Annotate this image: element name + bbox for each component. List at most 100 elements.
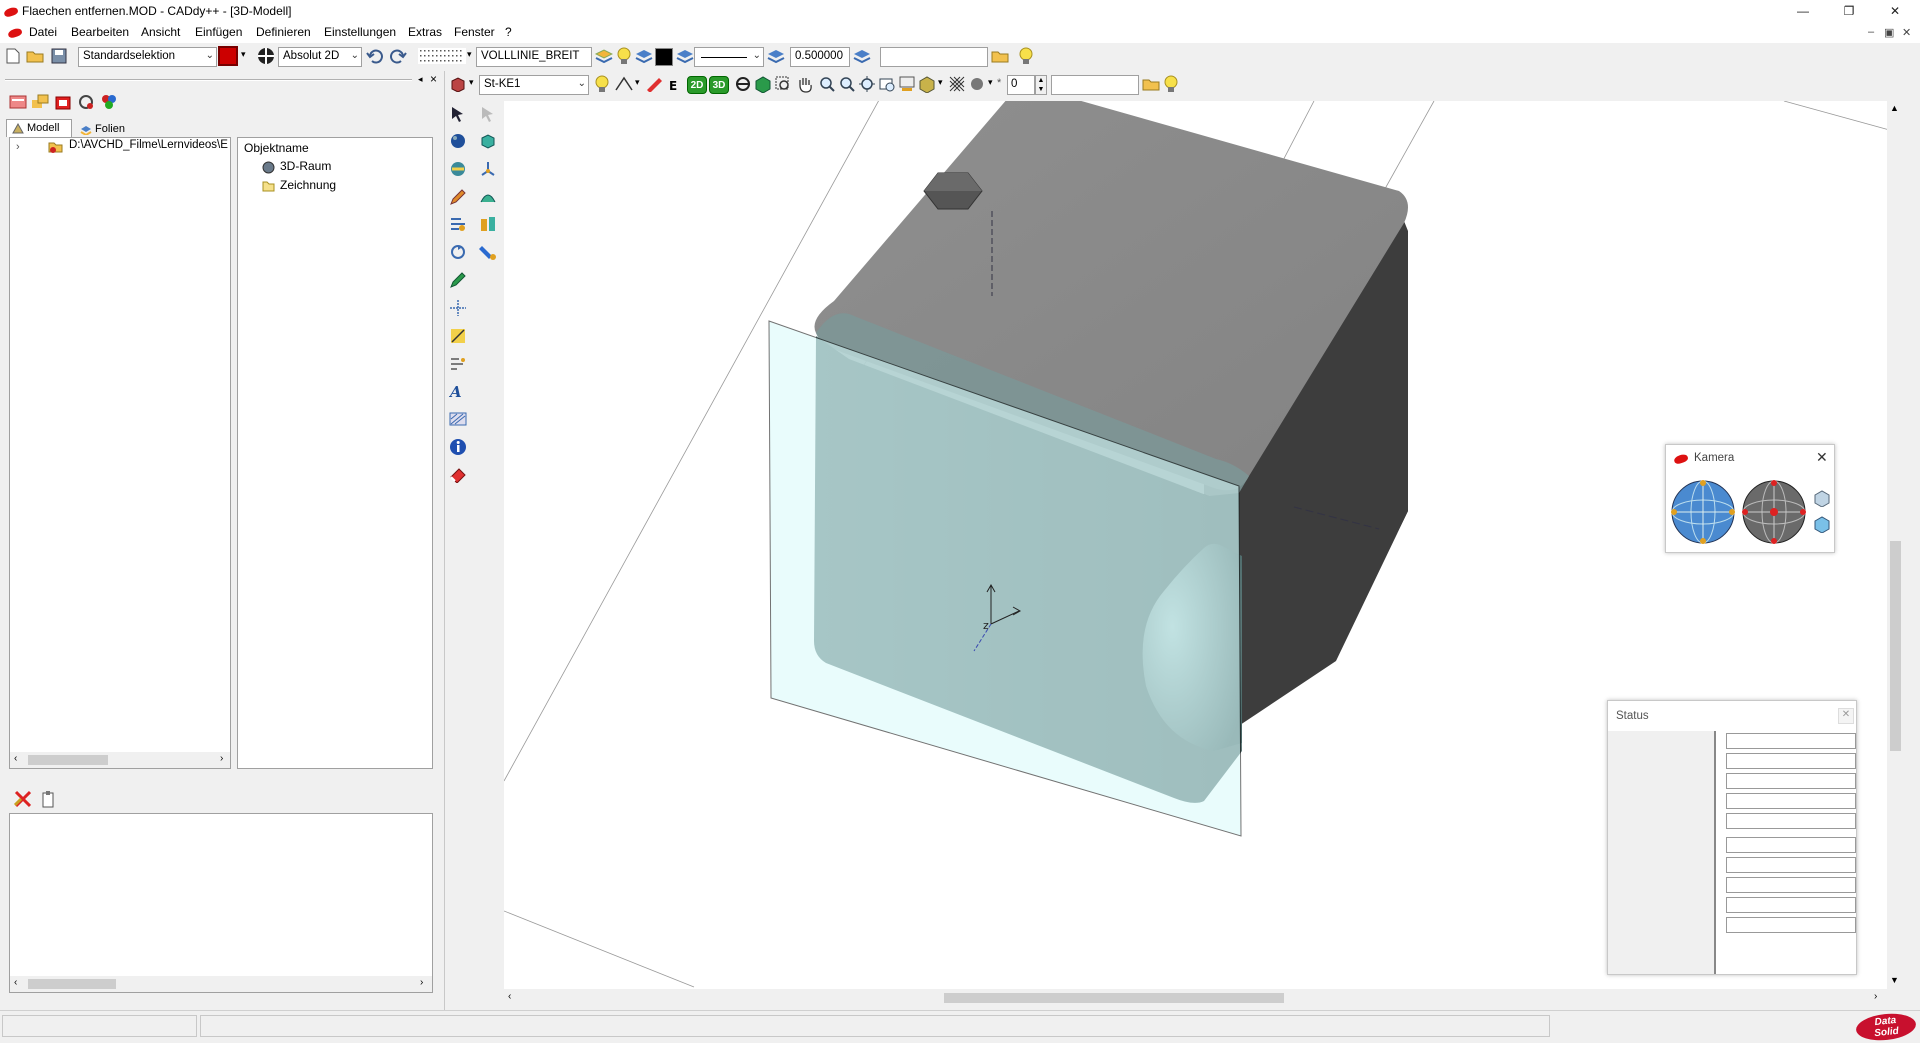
view-folder-icon[interactable] bbox=[1141, 74, 1161, 94]
coordinate-mode-select[interactable]: Absolut 2D ⌄ bbox=[278, 47, 362, 67]
selection-mode-select[interactable]: Standardselektion ⌄ bbox=[78, 47, 217, 67]
rotate-icon[interactable] bbox=[447, 241, 469, 263]
object-zeichnung[interactable]: Zeichnung bbox=[280, 178, 336, 192]
counter-field[interactable]: 0 bbox=[1007, 75, 1035, 95]
scroll-left-arrow-icon[interactable]: ‹ bbox=[14, 753, 17, 764]
scrollbar-thumb[interactable] bbox=[28, 755, 108, 765]
status-close-icon[interactable]: ✕ bbox=[1838, 708, 1854, 724]
shading-cube-icon[interactable] bbox=[917, 74, 937, 94]
draw-mode-icon[interactable] bbox=[614, 74, 634, 94]
layer-bulb-icon[interactable] bbox=[614, 46, 634, 66]
material-select[interactable]: St-KE1 ⌄ bbox=[479, 75, 589, 95]
draw-mode-dropdown-icon[interactable]: ▾ bbox=[635, 77, 640, 88]
zoom-out-icon[interactable] bbox=[837, 74, 857, 94]
menu-help[interactable]: ? bbox=[505, 25, 512, 39]
vscroll-down-arrow-icon[interactable]: ▼ bbox=[1890, 975, 1899, 985]
open-folder-icon[interactable] bbox=[25, 46, 45, 66]
camera-close-icon[interactable]: ✕ bbox=[1816, 449, 1828, 466]
text-tool-icon[interactable]: A bbox=[447, 380, 469, 402]
select-arrow-icon[interactable] bbox=[447, 103, 469, 125]
pointer-disabled-icon[interactable] bbox=[477, 103, 499, 125]
surface-icon[interactable] bbox=[477, 186, 499, 208]
layer-name-field[interactable] bbox=[880, 47, 988, 67]
camera-orbit-globe-icon[interactable] bbox=[1670, 479, 1736, 545]
menu-fenster[interactable]: Fenster bbox=[454, 25, 495, 39]
tab-modell[interactable]: Modell bbox=[6, 119, 72, 137]
refresh-view-icon[interactable] bbox=[76, 92, 96, 112]
pan-hand-icon[interactable] bbox=[795, 74, 815, 94]
hatch-icon[interactable] bbox=[447, 408, 469, 430]
eraser-icon[interactable] bbox=[447, 463, 469, 485]
paint-icon[interactable] bbox=[477, 241, 499, 263]
grid-dropdown-icon[interactable]: ▾ bbox=[467, 49, 472, 60]
props-scroll-left-arrow-icon[interactable]: ‹ bbox=[14, 977, 17, 988]
line-type-field[interactable]: VOLLLINIE_BREIT bbox=[476, 47, 592, 67]
box-solid-icon[interactable] bbox=[477, 130, 499, 152]
properties-hscrollbar[interactable]: ‹ › bbox=[10, 976, 432, 992]
vscroll-up-arrow-icon[interactable]: ▲ bbox=[1890, 103, 1899, 113]
revolve-icon[interactable] bbox=[447, 158, 469, 180]
model-tree-icon[interactable] bbox=[8, 92, 28, 112]
plane-edit-icon[interactable] bbox=[645, 74, 665, 94]
view-name-field[interactable] bbox=[1051, 75, 1139, 95]
material-icon[interactable] bbox=[448, 74, 468, 94]
layer-folder-icon[interactable] bbox=[990, 46, 1010, 66]
line-width-field[interactable]: 0.500000 bbox=[790, 47, 850, 67]
color-swatch[interactable] bbox=[655, 48, 673, 66]
hscroll-left-arrow-icon[interactable]: ‹ bbox=[508, 991, 511, 1002]
sphere-icon[interactable] bbox=[447, 130, 469, 152]
render-sphere-icon[interactable] bbox=[967, 74, 987, 94]
menu-einfuegen[interactable]: Einfügen bbox=[195, 25, 242, 39]
menu-ansicht[interactable]: Ansicht bbox=[141, 25, 180, 39]
redraw-icon[interactable] bbox=[897, 74, 917, 94]
width-layer-icon[interactable] bbox=[852, 46, 872, 66]
camera-view-cube-icon[interactable] bbox=[1813, 489, 1831, 508]
hscroll-right-arrow-icon[interactable]: › bbox=[1874, 991, 1877, 1002]
view-2d-button[interactable]: 2D bbox=[687, 76, 707, 94]
camera-target-globe-icon[interactable] bbox=[1741, 479, 1807, 545]
zoom-window-icon[interactable] bbox=[773, 74, 793, 94]
view-3d-button[interactable]: 3D bbox=[709, 76, 729, 94]
edit-pen-icon[interactable] bbox=[447, 269, 469, 291]
selection-filter-dropdown-icon[interactable]: ▾ bbox=[241, 49, 246, 60]
restore-button[interactable]: ❐ bbox=[1826, 0, 1872, 22]
folder-tree-icon[interactable] bbox=[30, 92, 50, 112]
line-style-select[interactable]: ⌄ bbox=[694, 47, 764, 67]
axis-icon[interactable] bbox=[477, 158, 499, 180]
wireframe-grid-icon[interactable] bbox=[947, 74, 967, 94]
snap-points-icon[interactable] bbox=[447, 353, 469, 375]
zoom-all-icon[interactable] bbox=[857, 74, 877, 94]
counter-spinner[interactable]: ▲ ▼ bbox=[1035, 75, 1047, 95]
tree-hscrollbar[interactable]: ‹ › bbox=[10, 752, 230, 768]
info-icon[interactable] bbox=[447, 436, 469, 458]
document-icon[interactable] bbox=[7, 27, 23, 39]
menu-datei[interactable]: Datei bbox=[29, 25, 57, 39]
props-scrollbar-thumb[interactable] bbox=[28, 979, 116, 989]
tree-expand-chevron-icon[interactable]: › bbox=[16, 141, 20, 153]
render-dropdown-icon[interactable]: ▾ bbox=[988, 77, 993, 88]
undo-icon[interactable] bbox=[365, 46, 385, 66]
menu-definieren[interactable]: Definieren bbox=[256, 25, 311, 39]
panel-close-icon[interactable]: × bbox=[430, 72, 437, 86]
zoom-in-icon[interactable] bbox=[817, 74, 837, 94]
section-icon[interactable] bbox=[477, 213, 499, 235]
menu-bearbeiten[interactable]: Bearbeiten bbox=[71, 25, 129, 39]
crosshair-icon[interactable] bbox=[447, 297, 469, 319]
viewport-vscrollbar[interactable]: ▲ ▼ bbox=[1887, 101, 1904, 989]
menu-extras[interactable]: Extras bbox=[408, 25, 442, 39]
properties-icon[interactable] bbox=[99, 92, 119, 112]
grid-pattern-icon[interactable] bbox=[416, 46, 468, 66]
dimension-icon[interactable] bbox=[447, 325, 469, 347]
material-dropdown-icon[interactable]: ▾ bbox=[469, 77, 474, 88]
minimize-button[interactable]: — bbox=[1780, 0, 1826, 22]
light-icon[interactable] bbox=[592, 74, 612, 94]
line-style-layer-icon[interactable] bbox=[675, 46, 695, 66]
save-icon[interactable] bbox=[49, 46, 69, 66]
layer-stack-icon[interactable] bbox=[594, 46, 614, 66]
explode-icon[interactable]: E bbox=[665, 74, 685, 94]
vscroll-thumb[interactable] bbox=[1890, 541, 1901, 751]
panel-grip[interactable] bbox=[5, 79, 412, 81]
close-button[interactable]: ✕ bbox=[1872, 0, 1918, 22]
zoom-previous-icon[interactable] bbox=[877, 74, 897, 94]
camera-view-cube-alt-icon[interactable] bbox=[1813, 515, 1831, 534]
